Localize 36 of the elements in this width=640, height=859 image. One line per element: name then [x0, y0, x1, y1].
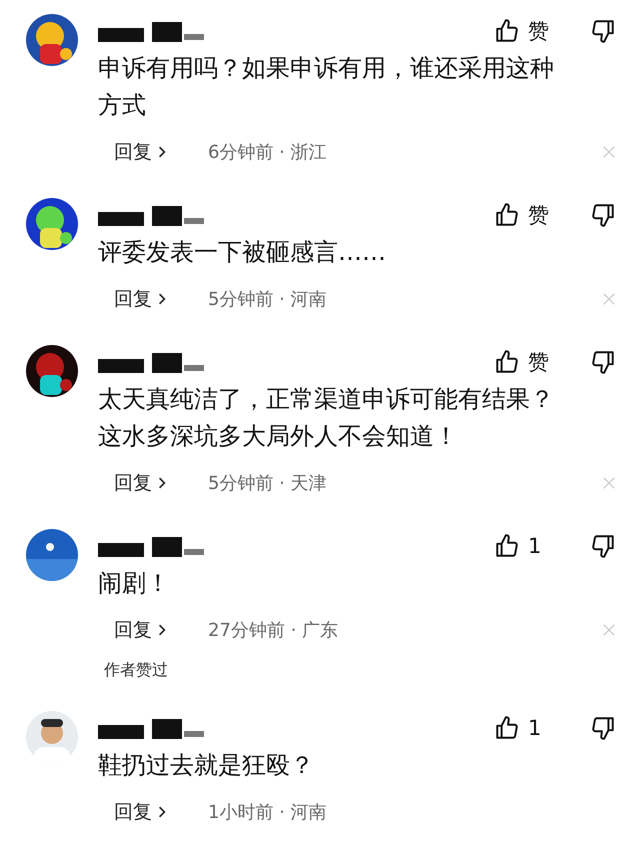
thumbs-up-icon[interactable]: [494, 18, 520, 44]
comment-meta: 5分钟前 · 河南: [208, 288, 328, 311]
thumbs-up-icon[interactable]: [494, 349, 520, 375]
comment-meta: 5分钟前 · 天津: [208, 472, 328, 495]
like-count: 1: [528, 716, 542, 740]
comment-text: 评委发表一下被砸感言……: [98, 237, 387, 268]
like-count: 赞: [528, 202, 550, 229]
thumbs-down-icon[interactable]: [590, 533, 616, 559]
chevron-icon[interactable]: [158, 292, 166, 306]
comment-meta: 6分钟前 · 浙江: [208, 141, 328, 164]
thumbs-up-icon[interactable]: [494, 715, 520, 741]
reply-button[interactable]: 回复: [98, 470, 208, 496]
reply-button[interactable]: 回复: [98, 286, 208, 312]
like-count: 赞: [528, 18, 550, 45]
comment-text: 闹剧！: [98, 568, 171, 599]
comment-text: 太天真纯洁了，正常渠道申诉可能有结果？这水多深坑多大局外人不会知道！: [98, 384, 555, 452]
comment-text: 申诉有用吗？如果申诉有用，谁还采用这种方式: [98, 53, 555, 121]
chevron-icon[interactable]: [158, 476, 166, 490]
reply-button[interactable]: 回复: [98, 799, 208, 825]
comment-meta: 27分钟前 · 广东: [208, 619, 340, 642]
thumbs-down-icon[interactable]: [590, 202, 616, 228]
like-count: 1: [528, 534, 542, 558]
chevron-icon[interactable]: [158, 805, 166, 819]
reply-button[interactable]: 回复: [98, 139, 208, 165]
thumbs-up-icon[interactable]: [494, 533, 520, 559]
thumbs-down-icon[interactable]: [590, 18, 616, 44]
thumbs-down-icon[interactable]: [590, 349, 616, 375]
thumbs-up-icon[interactable]: [494, 202, 520, 228]
chevron-icon[interactable]: [158, 623, 166, 637]
thumbs-down-icon[interactable]: [590, 715, 616, 741]
like-count: 赞: [528, 349, 550, 376]
comment-text: 鞋扔过去就是狂殴？: [98, 750, 315, 781]
reply-button[interactable]: 回复: [98, 617, 208, 643]
author-liked-label: 作者赞过: [104, 660, 169, 681]
chevron-icon[interactable]: [158, 145, 166, 159]
comment-meta: 1小时前 · 河南: [208, 801, 328, 824]
